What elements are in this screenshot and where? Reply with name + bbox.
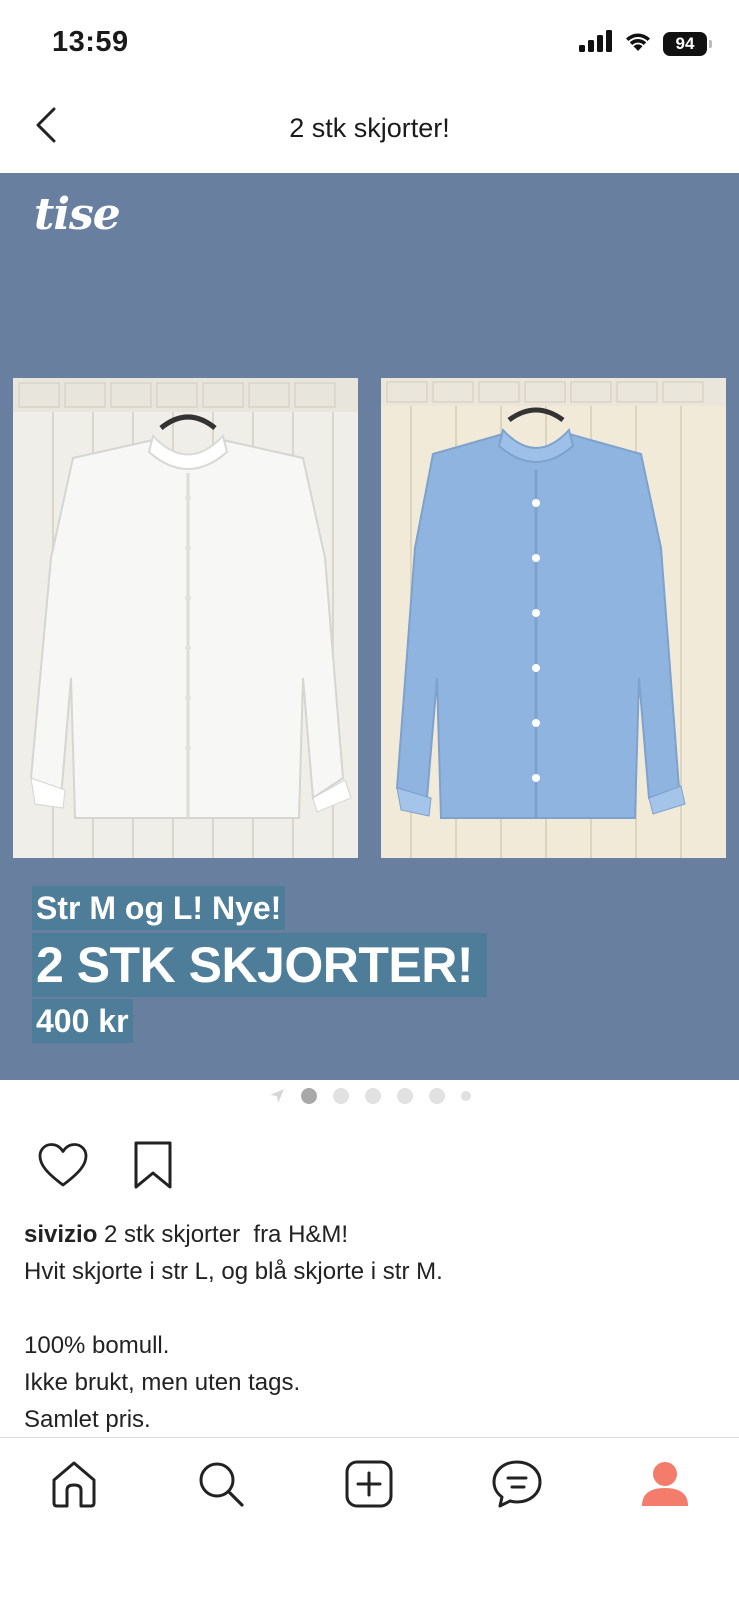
bookmark-icon xyxy=(133,1140,173,1195)
nav-add-listing[interactable] xyxy=(339,1456,399,1516)
page-title: 2 stk skjorter! xyxy=(289,113,450,143)
carousel-dot[interactable] xyxy=(460,1091,471,1101)
status-time: 13:59 xyxy=(52,26,129,58)
seller-username[interactable]: sivizio xyxy=(24,1221,97,1248)
listing-description: sivizio 2 stk skjorter fra H&M! Hvit skj… xyxy=(24,1216,714,1438)
bottom-navigation xyxy=(0,1437,739,1600)
battery-icon: 94 xyxy=(663,31,712,56)
description-line: Hvit skjorte i str L, og blå skjorte i s… xyxy=(24,1258,443,1285)
listing-actions xyxy=(36,1140,180,1194)
search-icon xyxy=(195,1458,247,1515)
blue-shirt-photo xyxy=(381,378,726,858)
carousel-indicator[interactable] xyxy=(0,1088,739,1104)
carousel-dot[interactable] xyxy=(332,1088,349,1104)
listing-image[interactable]: tise Str M og L! Nye! 2 STK SKJORTER! 40… xyxy=(0,173,739,1080)
white-shirt-photo xyxy=(13,378,358,858)
overlay-title: 2 STK SKJORTER! xyxy=(32,933,488,997)
description-line: Samlet pris. xyxy=(24,1406,151,1433)
navigation-arrow-icon xyxy=(269,1088,285,1104)
description-line: Ikke brukt, men uten tags. xyxy=(24,1369,301,1396)
nav-search[interactable] xyxy=(191,1456,251,1516)
messages-icon xyxy=(490,1458,544,1515)
listing-page: 13:59 94 2 stk skjorter! tise Str M og L… xyxy=(0,0,739,1600)
carousel-dot[interactable] xyxy=(396,1088,413,1104)
carousel-dot[interactable] xyxy=(428,1088,445,1104)
carousel-dot[interactable] xyxy=(364,1088,381,1104)
nav-messages[interactable] xyxy=(487,1456,547,1516)
page-header: 2 stk skjorter! xyxy=(0,95,739,170)
wifi-icon xyxy=(623,30,653,57)
add-listing-icon xyxy=(343,1458,395,1515)
heart-icon xyxy=(37,1142,89,1193)
description-text: 2 stk skjorter fra H&M! xyxy=(97,1221,349,1248)
home-icon xyxy=(48,1458,100,1515)
description-line: 100% bomull. xyxy=(24,1332,170,1359)
brand-logo: tise xyxy=(34,189,121,240)
cellular-signal-icon xyxy=(579,30,613,57)
nav-home[interactable] xyxy=(44,1456,104,1516)
overlay-price: 400 kr xyxy=(32,999,133,1043)
status-bar: 13:59 94 xyxy=(0,0,739,90)
description-first-line: sivizio 2 stk skjorter fra H&M! xyxy=(24,1216,714,1253)
carousel-dot[interactable] xyxy=(300,1088,317,1104)
description-line xyxy=(24,1290,714,1327)
overlay-subtitle: Str M og L! Nye! xyxy=(32,886,286,930)
save-button[interactable] xyxy=(126,1140,180,1194)
profile-icon xyxy=(639,1458,691,1515)
like-button[interactable] xyxy=(36,1140,90,1194)
status-icons: 94 xyxy=(579,30,712,57)
nav-profile[interactable] xyxy=(635,1456,695,1516)
